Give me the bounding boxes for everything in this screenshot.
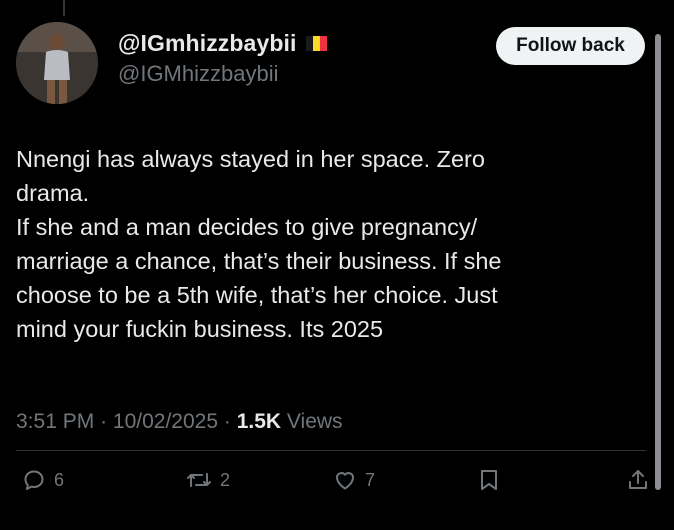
scrollbar[interactable] (655, 34, 661, 490)
tweet-text-line: marriage a chance, that’s their business… (16, 248, 502, 274)
follow-back-button[interactable]: Follow back (496, 27, 645, 65)
like-count: 7 (365, 469, 376, 490)
views-count[interactable]: 1.5K (237, 410, 281, 433)
avatar[interactable] (16, 22, 98, 104)
tweet-text-line: Nnengi has always stayed in her space. Z… (16, 146, 485, 172)
repost-button[interactable]: 2 (186, 462, 230, 498)
repost-count: 2 (220, 469, 231, 490)
avatar-image (16, 22, 98, 104)
user-handle[interactable]: @IGMhizzbaybii (118, 61, 327, 87)
author-names: @IGmhizzbaybii @IGMhizzbaybii (118, 30, 328, 87)
meta-separator: · (100, 410, 108, 433)
tweet-metadata: 3:51 PM · 10/02/2025 · 1.5K Views (16, 410, 343, 434)
tweet-text-line: If she and a man decides to give pregnan… (16, 214, 478, 240)
tweet-text-line: drama. (16, 180, 90, 206)
belgium-flag-icon (306, 36, 328, 51)
meta-separator: · (223, 410, 231, 433)
repost-icon (187, 473, 211, 487)
action-bar: 6 2 7 (0, 462, 674, 498)
display-name[interactable]: @IGmhizzbaybii (118, 30, 296, 57)
bookmark-icon (481, 470, 497, 490)
thread-connector-line (63, 0, 65, 16)
share-button[interactable] (626, 462, 650, 498)
reply-icon (24, 470, 44, 490)
like-icon (336, 472, 354, 490)
tweet-text-line: mind your fuckin business. Its 2025 (16, 316, 384, 342)
tweet-date[interactable]: 10/02/2025 (113, 410, 218, 433)
bookmark-button[interactable] (478, 462, 500, 498)
share-icon (629, 470, 647, 489)
tweet-text: Nnengi has always stayed in her space. Z… (16, 142, 636, 346)
reply-count: 6 (54, 469, 65, 490)
views-label: Views (286, 410, 343, 433)
tweet-text-line: choose to be a 5th wife, that’s her choi… (16, 282, 498, 308)
reply-button[interactable]: 6 (22, 462, 64, 498)
tweet-time[interactable]: 3:51 PM (16, 410, 94, 433)
divider (16, 450, 646, 451)
like-button[interactable]: 7 (333, 462, 375, 498)
